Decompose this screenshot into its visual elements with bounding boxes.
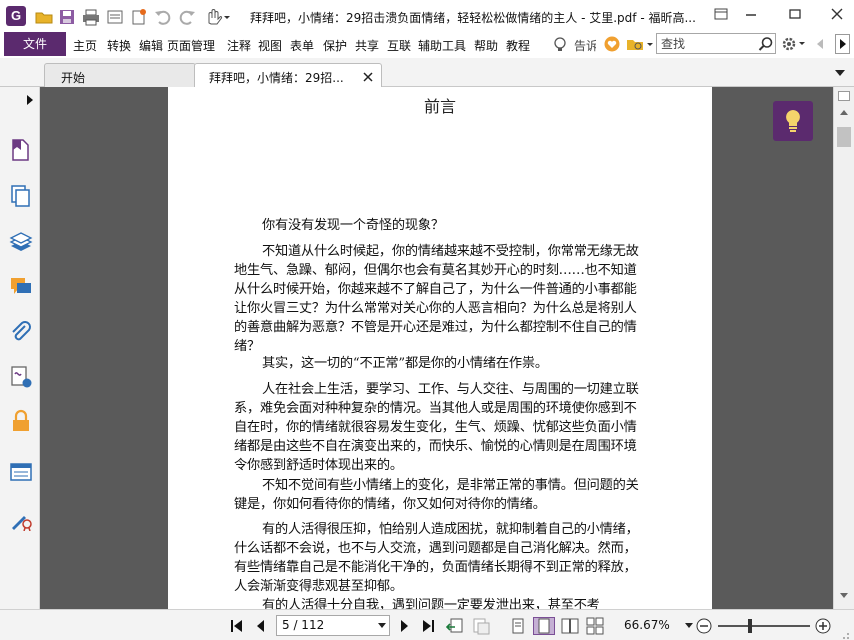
close-tab-icon[interactable] (363, 72, 373, 82)
redo-icon[interactable] (178, 8, 196, 26)
undo-icon[interactable] (154, 8, 172, 26)
ribbon-scroll-right-icon[interactable] (835, 34, 850, 54)
save-icon[interactable] (58, 8, 76, 26)
zoom-in-icon[interactable] (815, 618, 831, 634)
scroll-up-arrow-icon[interactable] (838, 107, 850, 117)
last-page-icon[interactable] (419, 617, 437, 635)
new-document-icon[interactable] (130, 8, 148, 26)
zoom-slider-thumb[interactable] (748, 619, 752, 633)
menu-comment[interactable]: 注释 (227, 37, 251, 53)
layers-icon[interactable] (9, 230, 33, 254)
menu-convert[interactable]: 转换 (107, 37, 131, 53)
menu-share[interactable]: 共享 (355, 37, 379, 53)
document-tab-bar: 开始 拜拜吧，小情绪：29招... (0, 58, 854, 88)
minimize-icon[interactable] (742, 6, 760, 22)
paragraph: 人在社会上生活，要学习、工作、与人交往、与周围的一切建立联系，难免会面对种种复杂… (234, 382, 639, 473)
lightbulb-icon[interactable] (552, 36, 568, 54)
restore-icon[interactable] (786, 6, 804, 22)
tab-document[interactable]: 拜拜吧，小情绪：29招... (194, 63, 382, 88)
page-thumbnails-icon[interactable] (9, 184, 33, 208)
facing-page-view-icon[interactable] (561, 617, 579, 635)
document-viewport[interactable]: 前言 你有没有发现一个奇怪的现象？ 不知道从什么时候起，你的情绪越来越不受控制，… (40, 87, 833, 609)
scroll-up-icon[interactable] (838, 91, 850, 101)
tab-document-label: 拜拜吧，小情绪：29招... (209, 71, 344, 85)
attachments-paperclip-icon[interactable] (9, 320, 33, 344)
paragraph: 有的人活得十分自我，遇到问题一定要发泄出来，甚至不考 (262, 598, 600, 609)
tab-list-dropdown-icon[interactable] (834, 68, 846, 78)
pdf-page[interactable]: 前言 你有没有发现一个奇怪的现象？ 不知道从什么时候起，你的情绪越来越不受控制，… (168, 87, 712, 609)
resize-grip-icon[interactable] (840, 630, 850, 640)
tab-start[interactable]: 开始 (44, 63, 196, 87)
tips-button[interactable] (773, 101, 813, 141)
zoom-slider-track[interactable] (718, 625, 810, 627)
zoom-out-icon[interactable] (696, 618, 712, 634)
next-page-icon[interactable] (395, 617, 413, 635)
paragraph: 其实，这一切的“不正常”都是你的小情绪在作祟。 (262, 356, 548, 371)
open-folder-icon[interactable] (35, 8, 53, 26)
file-menu-button[interactable]: 文件 (4, 32, 66, 56)
paragraph: 不知不觉间有些小情绪上的变化，是非常正常的事情。但问题的关键是，你如何看待你的情… (234, 478, 639, 512)
continuous-page-view-icon[interactable] (533, 617, 555, 635)
menu-protect[interactable]: 保护 (323, 37, 347, 53)
page-heading: 前言 (423, 97, 456, 116)
lightbulb-tip-icon (786, 110, 800, 132)
bookmark-icon[interactable] (9, 138, 33, 162)
first-page-icon[interactable] (228, 617, 246, 635)
vertical-scrollbar[interactable] (833, 87, 854, 609)
menu-page-management[interactable]: 页面管理 (167, 37, 215, 53)
menu-tutorial[interactable]: 教程 (506, 37, 530, 53)
search-input[interactable] (661, 36, 755, 51)
ribbon-scroll-left-icon[interactable] (814, 37, 826, 51)
security-lock-icon[interactable] (9, 409, 33, 433)
certificate-tools-icon[interactable] (9, 507, 33, 531)
zoom-dropdown-icon[interactable] (685, 623, 693, 629)
menu-form[interactable]: 表单 (290, 37, 314, 53)
paragraph: 你有没有发现一个奇怪的现象？ (262, 218, 444, 233)
signatures-icon[interactable] (9, 365, 33, 389)
tab-start-label: 开始 (61, 71, 86, 85)
tell-me-label[interactable]: 告诉 (574, 37, 596, 53)
status-bar: 5 / 112 66.67% (0, 609, 854, 640)
vertical-scrollbar-thumb[interactable] (837, 127, 851, 147)
menu-help[interactable]: 帮助 (474, 37, 498, 53)
app-logo: G (6, 6, 26, 26)
hand-tool-dropdown-icon[interactable] (203, 8, 231, 26)
search-folder-icon[interactable] (626, 36, 654, 52)
page-number-selector[interactable]: 5 / 112 (276, 615, 390, 636)
scroll-down-arrow-icon[interactable] (838, 591, 850, 601)
properties-icon[interactable] (106, 8, 124, 26)
content-structure-icon[interactable] (9, 460, 33, 484)
left-navigation-panel (0, 87, 40, 609)
settings-gear-icon[interactable] (781, 36, 807, 52)
page-number-value: 5 / 112 (282, 618, 325, 632)
paragraph: 有的人活得很压抑，怕给别人造成困扰，就抑制着自己的小情绪，什么话都不会说，也不与… (234, 522, 639, 594)
paragraph: 不知道从什么时候起，你的情绪越来越不受控制，你常常无缘无故地生气、急躁、郁闷，但… (234, 244, 639, 354)
zoom-level-value[interactable]: 66.67% (624, 618, 670, 632)
next-view-icon[interactable] (472, 617, 490, 635)
menu-edit[interactable]: 编辑 (139, 37, 163, 53)
previous-page-icon[interactable] (252, 617, 270, 635)
ribbon-display-icon[interactable] (712, 6, 730, 22)
comments-icon[interactable] (9, 275, 33, 299)
chevron-down-icon (378, 623, 386, 628)
title-bar: G 拜拜吧，小情绪：29招击溃负面情绪，轻轻松松做情绪的主人 - 艾里.pdf … (0, 0, 854, 32)
single-page-view-icon[interactable] (509, 617, 527, 635)
close-window-icon[interactable] (828, 6, 846, 22)
feedback-icon[interactable] (604, 36, 620, 52)
menu-connect[interactable]: 互联 (387, 37, 411, 53)
search-box (656, 33, 776, 54)
previous-view-icon[interactable] (446, 617, 464, 635)
continuous-facing-view-icon[interactable] (586, 617, 604, 635)
window-title: 拜拜吧，小情绪：29招击溃负面情绪，轻轻松松做情绪的主人 - 艾里.pdf - … (250, 11, 696, 25)
expand-panel-icon[interactable] (26, 95, 34, 105)
print-icon[interactable] (82, 8, 100, 26)
menu-view[interactable]: 视图 (258, 37, 282, 53)
menu-home[interactable]: 主页 (73, 37, 97, 53)
search-icon[interactable] (758, 36, 774, 52)
menu-accessibility[interactable]: 辅助工具 (418, 37, 466, 53)
menu-bar: 文件 主页 转换 编辑 页面管理 注释 视图 表单 保护 共享 互联 辅助工具 … (0, 32, 854, 58)
